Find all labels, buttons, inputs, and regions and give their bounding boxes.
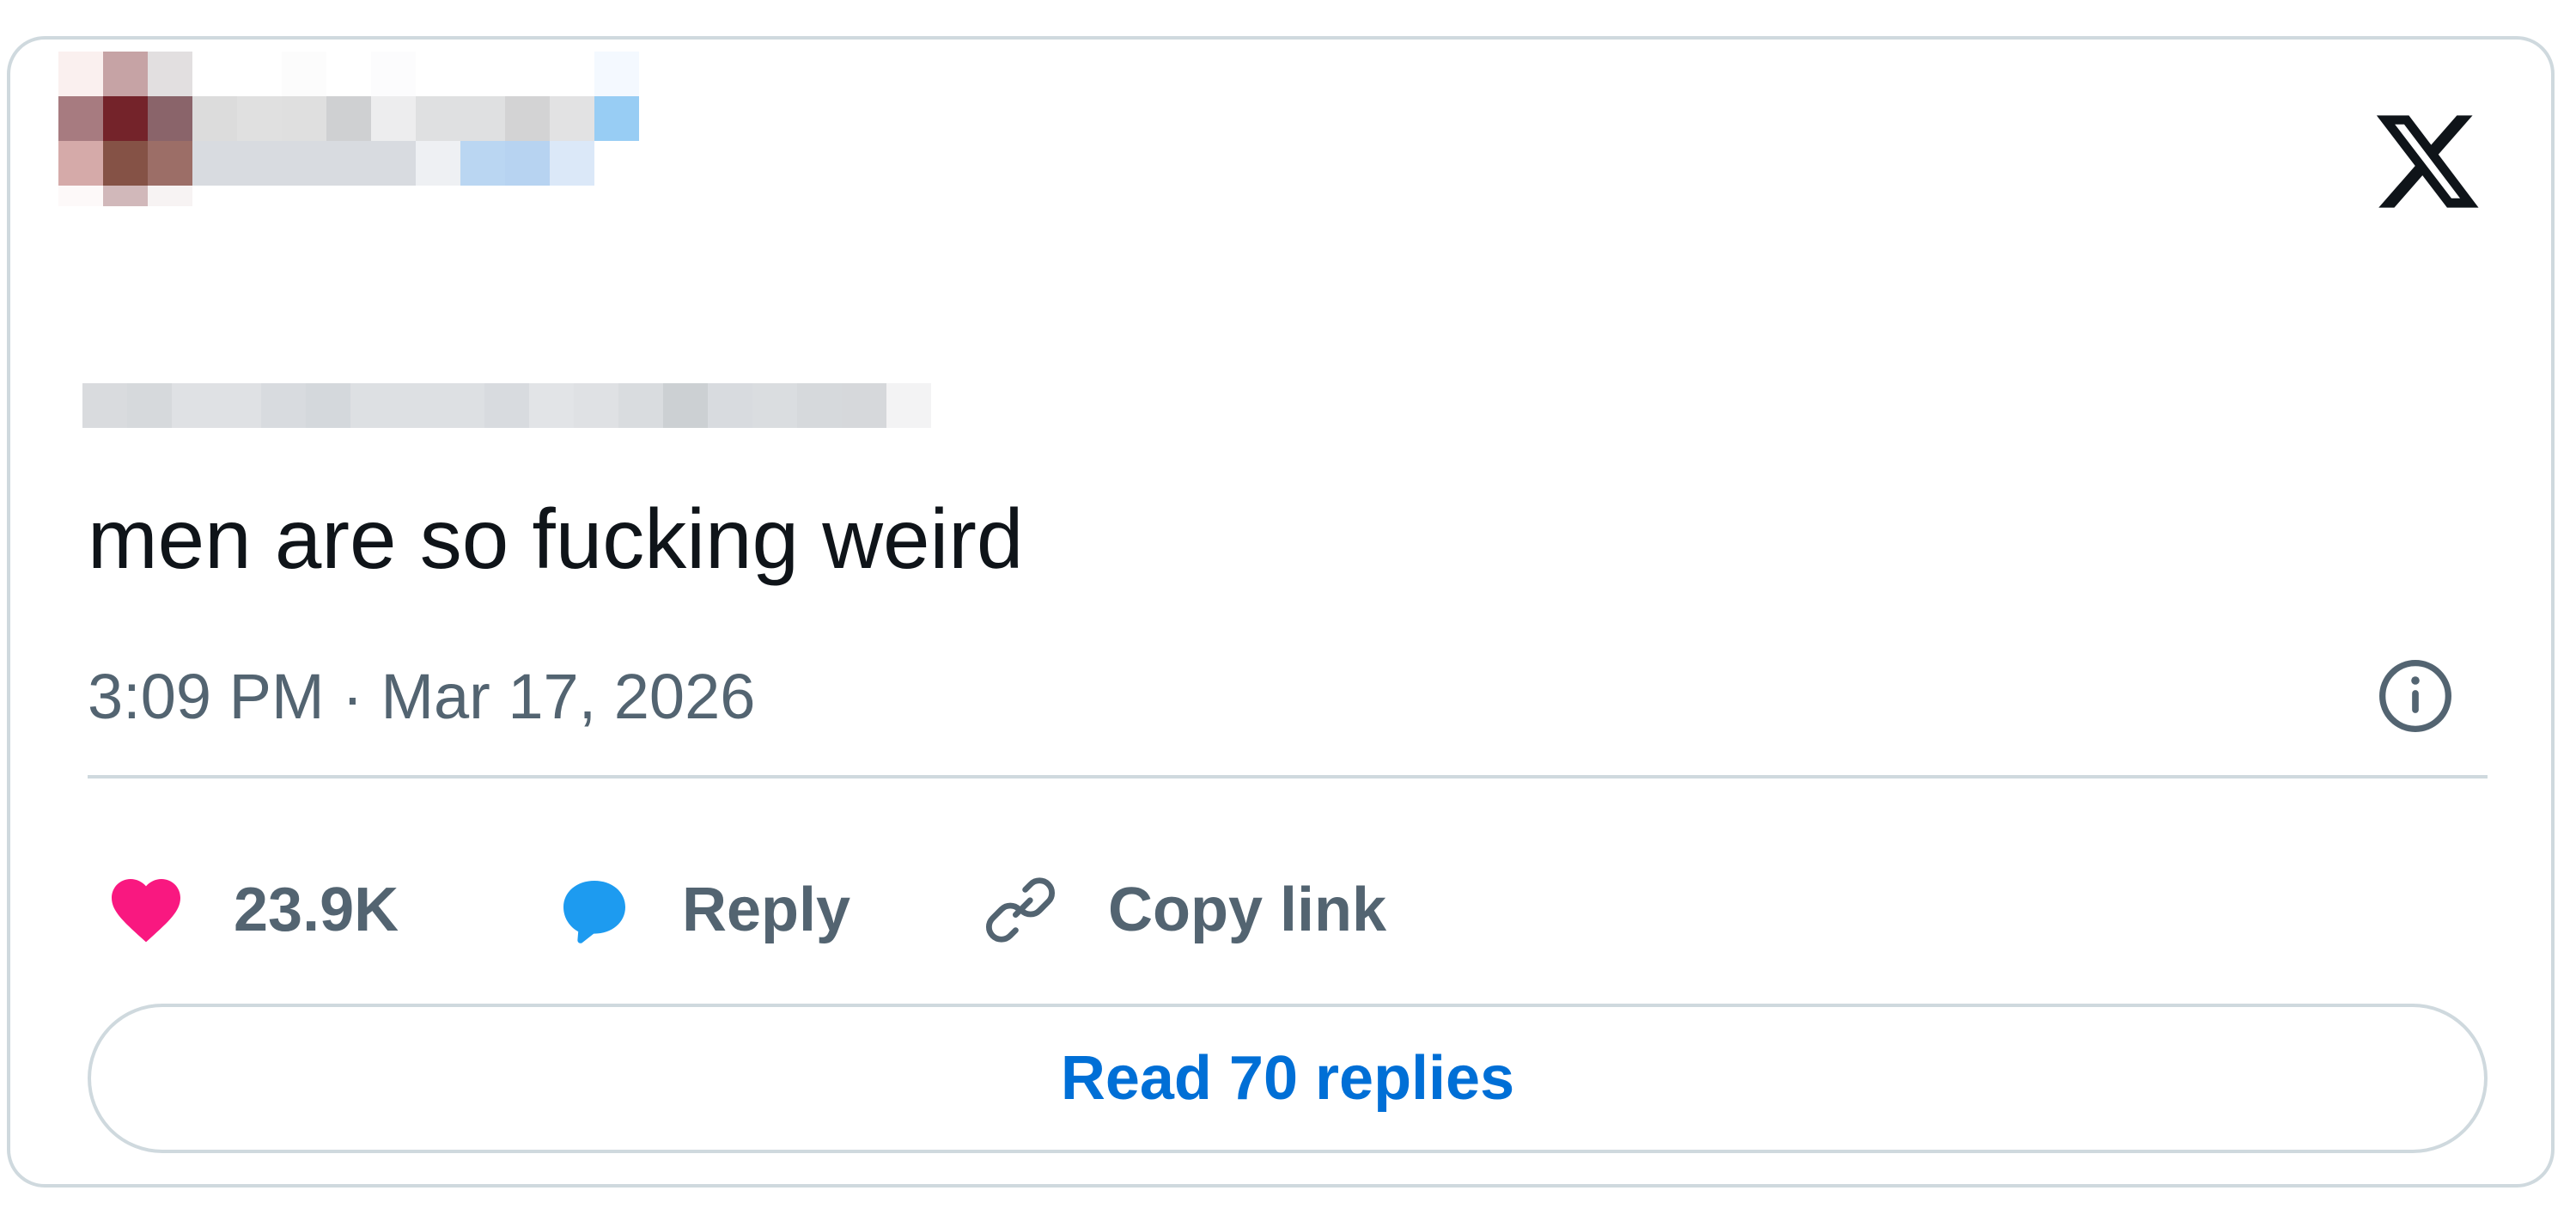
info-icon[interactable]: [2376, 656, 2455, 736]
info-icon-svg: [2379, 660, 2451, 732]
reply-label: Reply: [682, 876, 851, 944]
x-logo-svg: [2376, 115, 2479, 208]
like-button[interactable]: 23.9K: [105, 863, 399, 957]
pixelated-author-header: [58, 52, 1201, 352]
reply-button[interactable]: Reply: [553, 863, 850, 957]
copy-link-button[interactable]: Copy link: [979, 863, 1386, 957]
read-replies-button[interactable]: Read 70 replies: [88, 1004, 2488, 1153]
x-logo-icon[interactable]: [2367, 105, 2488, 218]
heart-svg: [112, 879, 180, 943]
tweet-timestamp[interactable]: 3:09 PM · Mar 17, 2026: [88, 662, 755, 732]
tweet-embed-card: men are so fucking weird 3:09 PM · Mar 1…: [7, 36, 2555, 1188]
copy-link-label: Copy link: [1108, 876, 1387, 944]
likes-count: 23.9K: [234, 876, 399, 944]
heart-icon: [105, 869, 187, 951]
link-icon: [979, 869, 1062, 951]
speech-bubble-svg: [563, 881, 625, 943]
link-svg: [985, 877, 1056, 943]
speech-bubble-icon: [553, 869, 636, 951]
divider: [88, 775, 2488, 778]
tweet-actions: 23.9K Reply Copy link: [105, 863, 1651, 957]
tweet-text: men are so fucking weird: [88, 491, 1024, 586]
pixelated-avatar-and-name: [58, 52, 639, 206]
